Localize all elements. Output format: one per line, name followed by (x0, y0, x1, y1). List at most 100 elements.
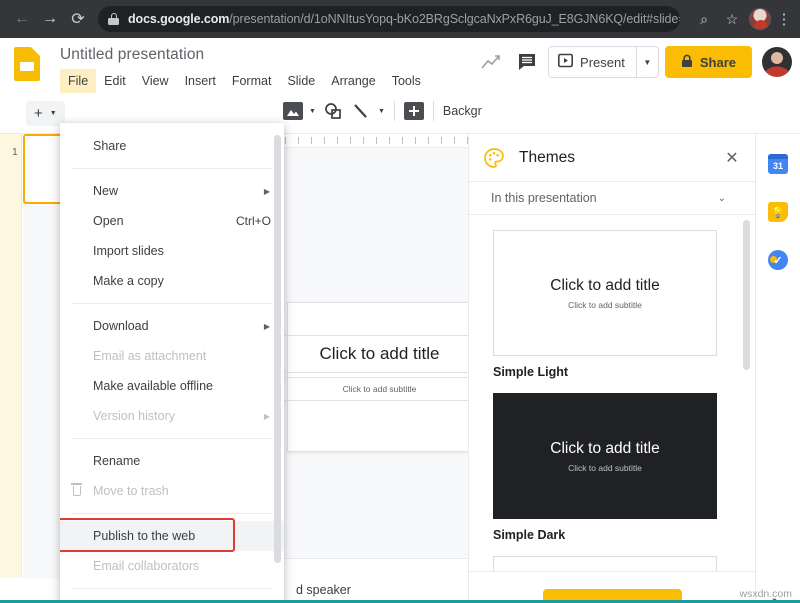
menu-option-label: New (93, 184, 118, 198)
reload-icon[interactable]: ⟳ (64, 5, 92, 33)
toolbar-divider (394, 101, 395, 121)
theme-filter-dropdown[interactable]: In this presentation ⌄ (469, 182, 756, 215)
share-button[interactable]: Share (665, 46, 752, 78)
chevron-down-icon[interactable]: ▼ (50, 110, 57, 117)
insert-textbox-icon[interactable] (404, 102, 424, 120)
chevron-down-icon[interactable]: ▼ (378, 108, 385, 115)
chevron-down-icon[interactable]: ⌄ (718, 193, 726, 204)
forward-arrow-icon[interactable]: → (36, 5, 64, 33)
google-keep-icon[interactable]: 💡 (768, 202, 788, 222)
menu-option-publish-to-the-web[interactable]: Publish to the web (60, 521, 284, 551)
menu-option-rename[interactable]: Rename (60, 446, 284, 476)
slide-editing-surface[interactable]: Click to add title Click to add subtitle (287, 302, 492, 452)
speaker-notes-pane[interactable]: d speaker ✦ (278, 558, 493, 603)
menu-option-label: Publish to the web (93, 529, 195, 543)
menu-option-make-available-offline[interactable]: Make available offline (60, 371, 284, 401)
google-tasks-icon[interactable]: ✓ (768, 250, 788, 270)
menu-slide[interactable]: Slide (279, 69, 323, 93)
theme-name: Simple Dark (493, 528, 717, 542)
new-slide-button[interactable]: + ▼ (26, 101, 65, 126)
theme-card-simple-dark[interactable]: Click to add title Click to add subtitle… (493, 393, 717, 542)
menu-option-label: Email collaborators (93, 559, 199, 573)
background-button[interactable]: Backgr (443, 104, 482, 118)
theme-list[interactable]: Click to add title Click to add subtitle… (469, 216, 756, 587)
kebab-menu-icon[interactable]: ⋮ (776, 10, 792, 28)
side-apps-rail: 31 💡 ✓ ❯ (755, 134, 800, 603)
menu-option-label: Open (93, 214, 124, 228)
present-options-caret[interactable]: ▼ (637, 46, 659, 78)
back-arrow-icon[interactable]: ← (8, 5, 36, 33)
google-calendar-icon[interactable]: 31 (768, 154, 788, 174)
slide-filmstrip[interactable]: 1 (0, 134, 22, 578)
present-play-icon (558, 53, 573, 71)
submenu-arrow-icon: ▶ (264, 187, 270, 196)
menu-tools[interactable]: Tools (384, 69, 429, 93)
zoom-magnifier-icon[interactable]: ⌕ (692, 11, 716, 28)
menu-insert[interactable]: Insert (177, 69, 224, 93)
menu-divider (72, 438, 272, 439)
theme-filter-label: In this presentation (491, 191, 597, 205)
theme-card-simple-light[interactable]: Click to add title Click to add subtitle… (493, 230, 717, 379)
file-menu-dropdown[interactable]: Share New ▶ Open Ctrl+O Import slides Ma… (60, 123, 284, 603)
insert-shape-icon[interactable] (322, 100, 344, 122)
themes-panel-header: Themes ✕ (469, 134, 756, 182)
url-domain: docs.google.com (128, 12, 229, 26)
docs-header: Untitled presentation File Edit View Ins… (0, 38, 800, 96)
menu-divider (72, 303, 272, 304)
theme-preview-subtitle: Click to add subtitle (568, 300, 642, 310)
url-path: /presentation/d/1oNNItusYopq-bKo2BRgSclg… (229, 12, 680, 26)
theme-name: Simple Light (493, 365, 717, 379)
screenshot-root: ← → ⟳ docs.google.com/presentation/d/1oN… (0, 0, 800, 603)
present-button[interactable]: Present (548, 46, 637, 78)
header-actions: Present ▼ Share (476, 46, 792, 78)
theme-preview: Click to add title Click to add subtitle (493, 230, 717, 356)
menu-file[interactable]: File (60, 69, 96, 93)
google-slides-logo[interactable] (14, 47, 40, 81)
profile-avatar[interactable] (749, 8, 771, 30)
menu-option-email-collaborators: Email collaborators (60, 551, 284, 581)
page-title[interactable]: Untitled presentation (60, 46, 204, 64)
insert-image-icon[interactable] (283, 102, 303, 120)
menu-option-label: Make available offline (93, 379, 213, 393)
chevron-down-icon[interactable]: ▼ (309, 108, 316, 115)
menu-option-email-as-attachment: Email as attachment (60, 341, 284, 371)
menu-option-import-slides[interactable]: Import slides (60, 236, 284, 266)
menu-option-share[interactable]: Share (60, 131, 284, 161)
comment-history-icon[interactable] (512, 47, 542, 77)
menu-format[interactable]: Format (224, 69, 280, 93)
close-icon[interactable]: ✕ (722, 148, 742, 168)
menu-edit[interactable]: Edit (96, 69, 134, 93)
menu-option-label: Share (93, 139, 126, 153)
themes-panel-footer: Import theme (469, 571, 756, 603)
watermark: wsxdn.com (739, 588, 792, 600)
horizontal-ruler (281, 134, 493, 148)
toolbar-divider (433, 101, 434, 121)
menu-view[interactable]: View (134, 69, 177, 93)
share-label: Share (700, 55, 736, 70)
menu-option-move-to-trash: Move to trash (60, 476, 284, 506)
menu-option-make-a-copy[interactable]: Make a copy (60, 266, 284, 296)
lock-icon (108, 13, 119, 25)
menu-option-open[interactable]: Open Ctrl+O (60, 206, 284, 236)
themes-panel: Themes ✕ In this presentation ⌄ Click to… (468, 134, 755, 603)
menu-option-download[interactable]: Download ▶ (60, 311, 284, 341)
trash-icon (71, 483, 84, 498)
theme-preview-title: Click to add title (550, 277, 659, 295)
trending-up-icon[interactable] (476, 47, 506, 77)
menu-option-label: Move to trash (93, 484, 169, 498)
menu-scrollbar[interactable] (274, 135, 281, 563)
title-placeholder[interactable]: Click to add title (278, 335, 481, 373)
subtitle-placeholder[interactable]: Click to add subtitle (278, 377, 481, 401)
url-text: docs.google.com/presentation/d/1oNNItusY… (128, 12, 680, 26)
address-bar[interactable]: docs.google.com/presentation/d/1oNNItusY… (98, 6, 680, 32)
lock-icon (681, 54, 693, 71)
menu-option-label: Make a copy (93, 274, 164, 288)
star-icon[interactable]: ☆ (720, 11, 744, 28)
themes-scrollbar[interactable] (743, 220, 750, 370)
palette-icon (483, 147, 505, 169)
menu-option-new[interactable]: New ▶ (60, 176, 284, 206)
user-avatar[interactable] (762, 47, 792, 77)
menu-option-label: Rename (93, 454, 140, 468)
menu-arrange[interactable]: Arrange (323, 69, 383, 93)
insert-line-icon[interactable] (350, 100, 372, 122)
